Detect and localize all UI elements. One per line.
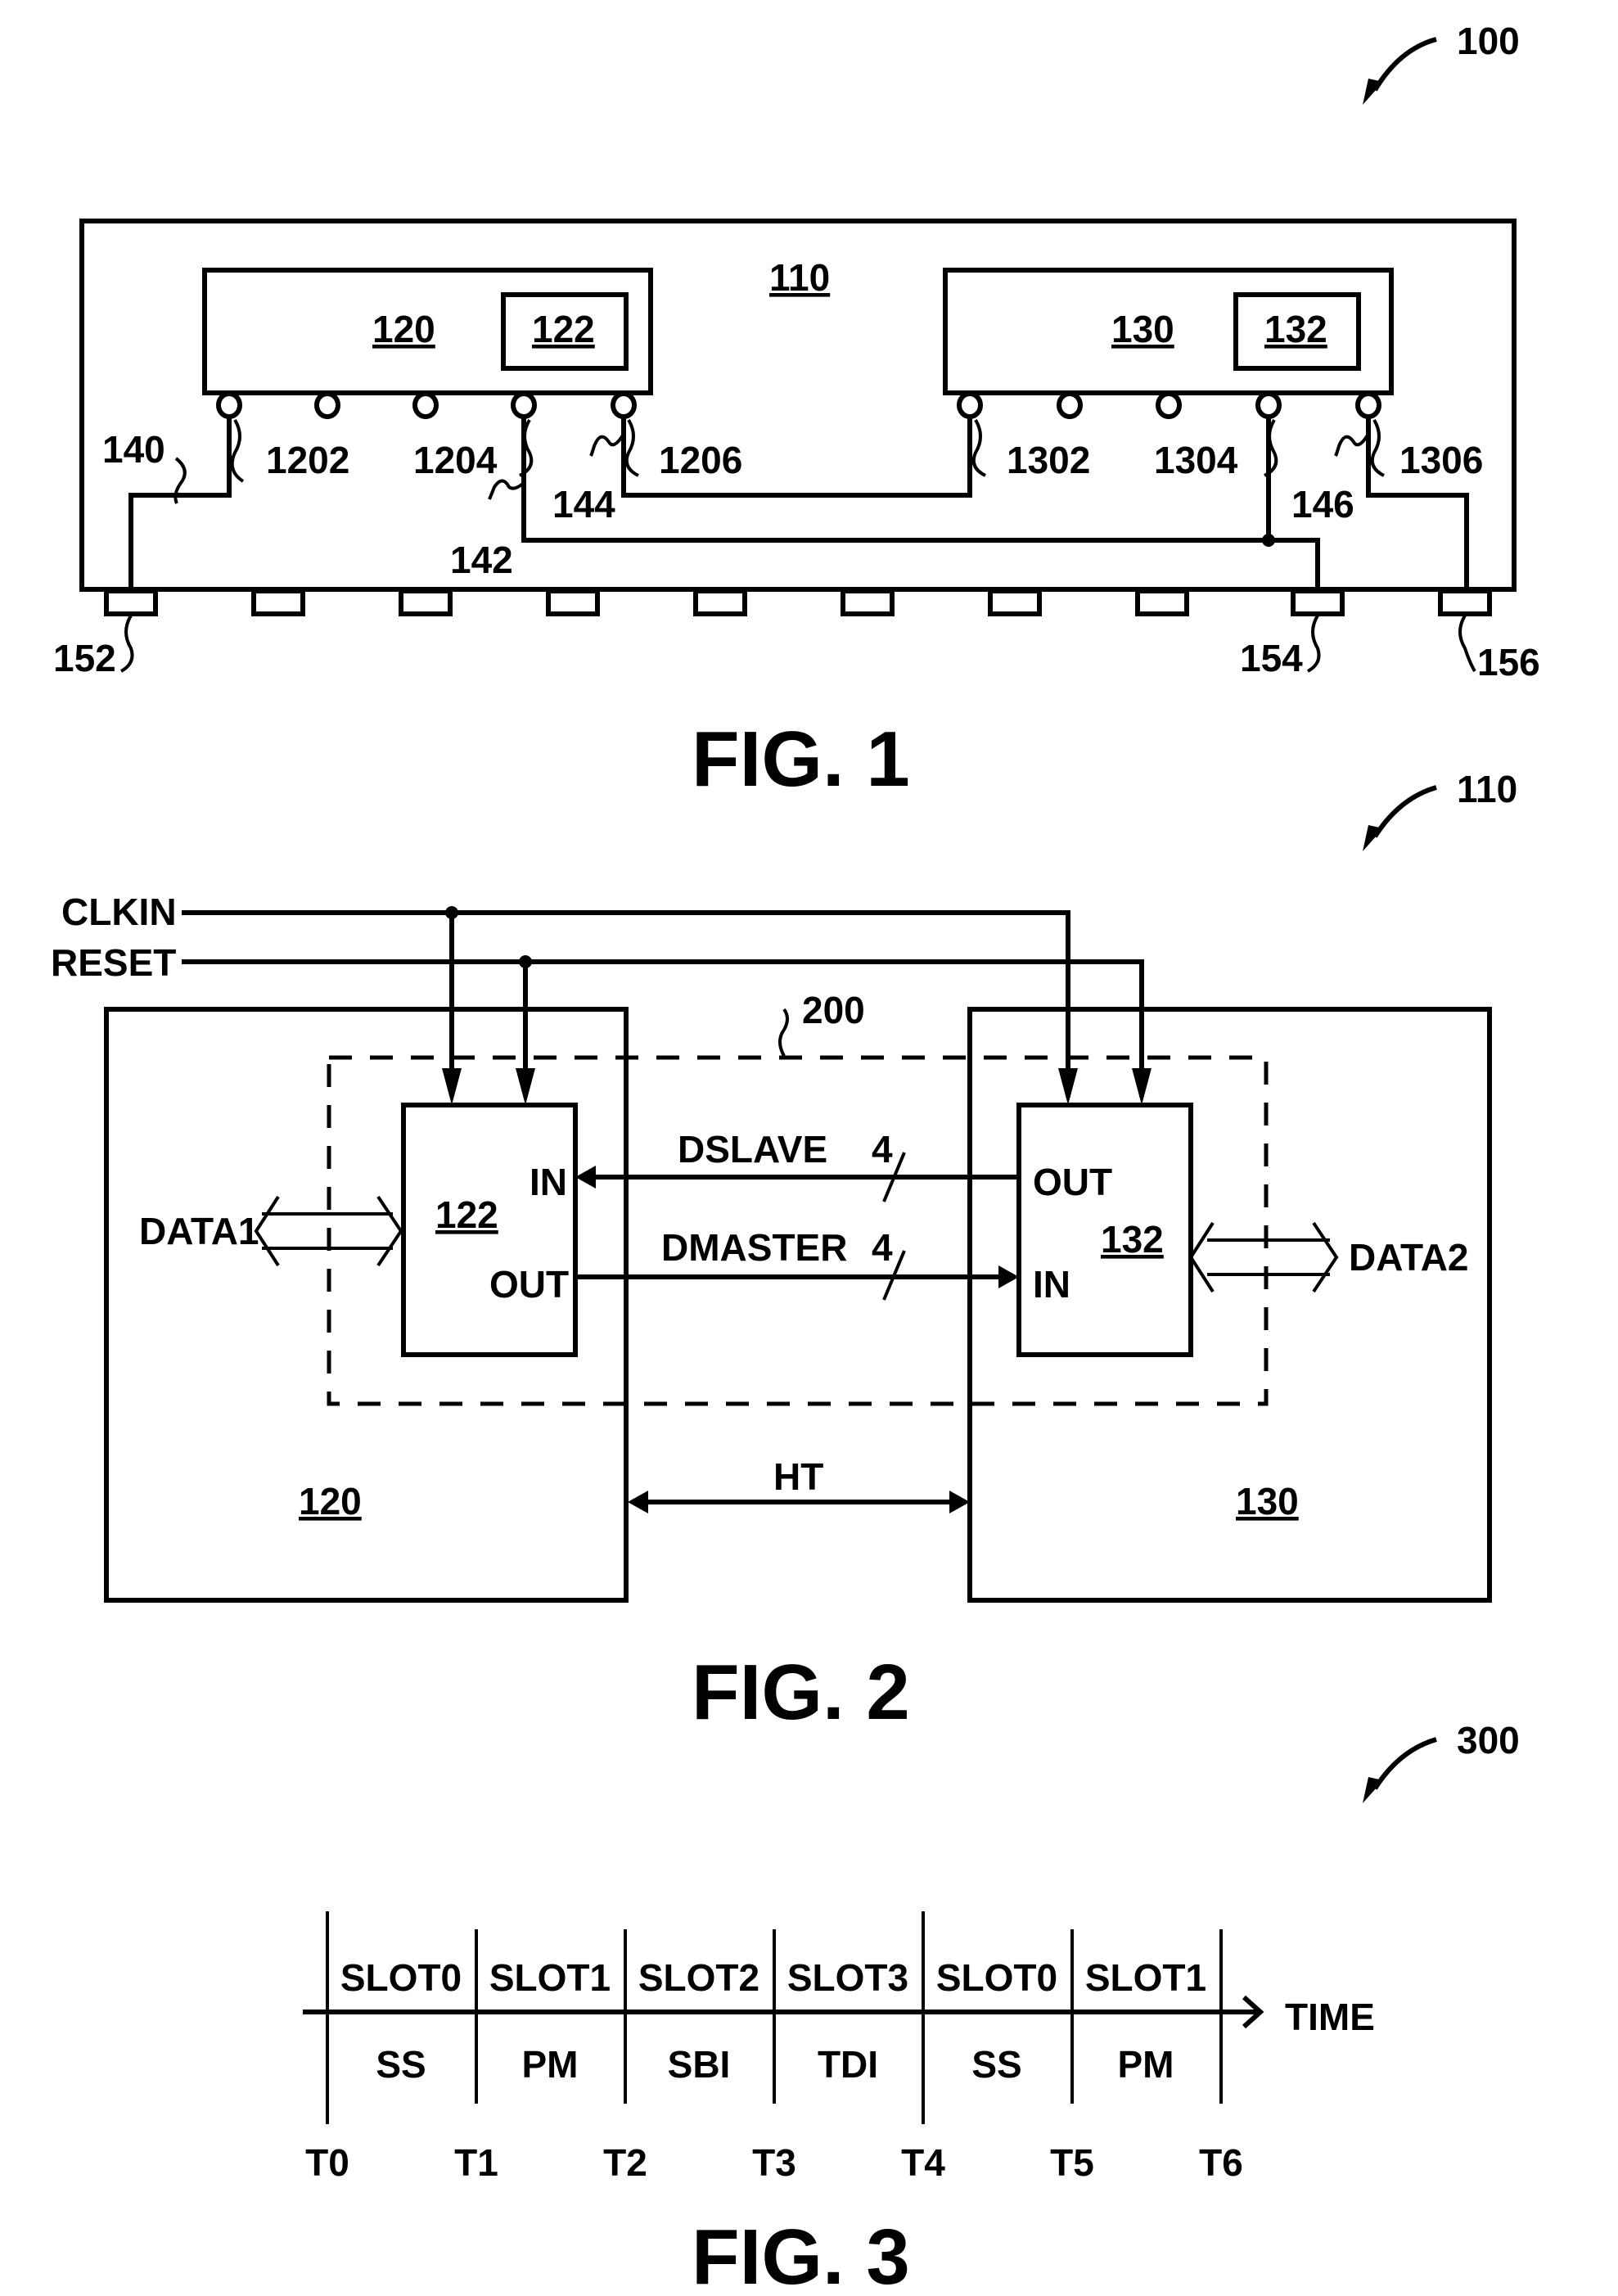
arrow-right-icon (949, 1491, 970, 1513)
data2-label: DATA2 (1349, 1236, 1469, 1279)
fig1-caption: FIG. 1 (692, 715, 910, 803)
phase-label: TDI (818, 2043, 878, 2086)
fig1: 100 110 120 122 130 132 140 1202 1204 12… (53, 20, 1540, 803)
slot-label: SLOT0 (936, 1956, 1057, 1999)
reset-label: RESET (51, 941, 176, 984)
tick-label: T0 (305, 2141, 349, 2184)
pads (104, 589, 1492, 616)
label-130: 130 (1111, 308, 1174, 350)
label-156: 156 (1477, 641, 1540, 683)
ref-110: 110 (1457, 768, 1517, 810)
label-140: 140 (102, 428, 165, 471)
bumps (216, 391, 1381, 419)
dslave-width: 4 (872, 1128, 893, 1171)
tick-label: T2 (603, 2141, 647, 2184)
label-1206: 1206 (659, 439, 742, 481)
slot-label: SLOT3 (787, 1956, 908, 1999)
label-152: 152 (53, 637, 116, 679)
data1-label: DATA1 (139, 1210, 259, 1252)
dslave-label: DSLAVE (678, 1128, 827, 1171)
label-200: 200 (802, 989, 865, 1031)
time-label: TIME (1285, 1996, 1375, 2038)
label-120: 120 (299, 1480, 362, 1522)
tick-lines (326, 1911, 1223, 2124)
tick-label: T3 (752, 2141, 796, 2184)
reset-line (182, 959, 1144, 1097)
phase-label: SBI (668, 2043, 731, 2086)
ref-300: 300 (1457, 1719, 1520, 1761)
fig2: 110 CLKIN RESET 200 122 IN OUT 132 OUT I… (51, 768, 1517, 1736)
label-1302: 1302 (1007, 439, 1090, 481)
dmaster-width: 4 (872, 1226, 893, 1269)
label-132: 132 (1101, 1218, 1164, 1261)
label-142: 142 (450, 539, 513, 581)
label-154: 154 (1240, 637, 1303, 679)
fig3-caption: FIG. 3 (692, 2213, 910, 2296)
label-144: 144 (552, 483, 615, 526)
phase-label: SS (376, 2043, 426, 2086)
data2-bus-arrow (1188, 1221, 1339, 1293)
tick-label: T1 (454, 2141, 498, 2184)
label-132: 132 (1264, 308, 1327, 350)
arrow-down-icon (1132, 1068, 1152, 1105)
label-146: 146 (1291, 483, 1354, 526)
in-122: IN (530, 1161, 567, 1203)
slot-label: SLOT1 (1085, 1956, 1206, 1999)
fig3: 300 TIME SLOT0 SLOT1 SLOT2 SLOT3 SLOT0 S… (303, 1719, 1520, 2296)
arrow-left-icon (628, 1491, 648, 1513)
label-130: 130 (1236, 1480, 1299, 1522)
tick-label: T5 (1050, 2141, 1094, 2184)
arrow-down-icon (516, 1068, 535, 1105)
label-1304: 1304 (1154, 439, 1238, 481)
clkin-label: CLKIN (61, 891, 177, 933)
slot-label: SLOT0 (340, 1956, 462, 1999)
slot-label: SLOT1 (489, 1956, 611, 1999)
ref-100: 100 (1457, 20, 1520, 62)
arrow-right-icon (998, 1265, 1019, 1288)
junction-dot (1262, 534, 1275, 547)
ht-label: HT (773, 1455, 823, 1498)
label-1204: 1204 (413, 439, 498, 481)
arrow-down-icon (1058, 1068, 1078, 1105)
ref-arrow-110: 110 (1363, 768, 1517, 851)
arrow-left-icon (575, 1166, 596, 1189)
in-132: IN (1033, 1263, 1070, 1306)
out-132: OUT (1033, 1161, 1112, 1203)
fig2-caption: FIG. 2 (692, 1649, 910, 1736)
tick-label: T4 (901, 2141, 945, 2184)
phase-label: SS (971, 2043, 1021, 2086)
dmaster-label: DMASTER (661, 1226, 847, 1269)
leader-200 (778, 1008, 789, 1057)
out-122: OUT (489, 1263, 569, 1306)
arrow-down-icon (442, 1068, 462, 1105)
phase-label: PM (522, 2043, 579, 2086)
label-110: 110 (769, 256, 830, 299)
tick-label: T6 (1199, 2141, 1243, 2184)
ref-arrow-100: 100 (1363, 20, 1520, 105)
phase-label: PM (1118, 2043, 1174, 2086)
label-1306: 1306 (1399, 439, 1483, 481)
label-120: 120 (372, 308, 435, 350)
label-1202: 1202 (266, 439, 349, 481)
slot-label: SLOT2 (638, 1956, 759, 1999)
label-122: 122 (532, 308, 595, 350)
patent-figure-sheet: 100 110 120 122 130 132 140 1202 1204 12… (51, 20, 1540, 2296)
label-122: 122 (435, 1193, 498, 1236)
ref-arrow-300: 300 (1363, 1719, 1520, 1803)
